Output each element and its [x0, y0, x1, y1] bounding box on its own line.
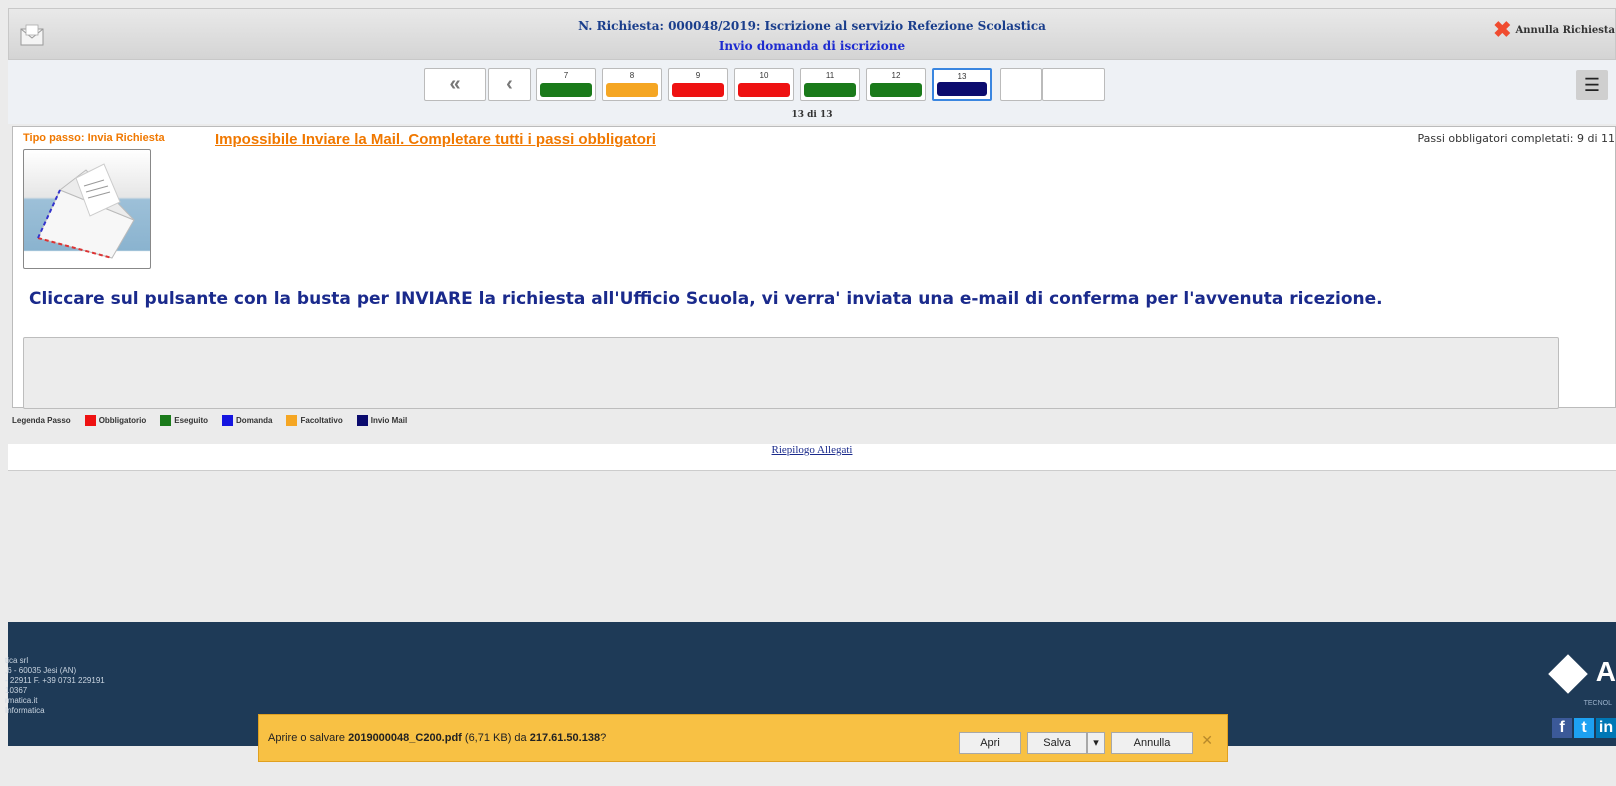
company-info-line: 10367 — [5, 686, 28, 695]
attachments-summary-link[interactable]: Riepilogo Allegati — [8, 444, 1616, 456]
step-button[interactable]: 13 — [932, 68, 992, 101]
previous-step-button[interactable]: ‹ — [488, 68, 531, 101]
step-number: 13 — [957, 72, 967, 81]
close-icon[interactable]: ✕ — [1201, 732, 1213, 749]
legend-swatch — [356, 415, 368, 426]
step-status-bar — [540, 83, 592, 97]
legend-label: Eseguito — [174, 416, 209, 425]
step-button[interactable]: 9 — [668, 68, 728, 101]
legend-label: Facoltativo — [300, 416, 343, 425]
company-info: tica srl ,6 - 60035 Jesi (AN) - 22911 F. +… — [5, 656, 105, 716]
envelope-icon — [37, 163, 135, 259]
step-status-bar — [937, 82, 987, 96]
download-notification-bar: Aprire o salvare 2019000048_C200.pdf (6,… — [258, 714, 1228, 762]
message-area — [23, 337, 1559, 409]
step-button[interactable]: 8 — [602, 68, 662, 101]
company-info-line: ,6 - 60035 Jesi (AN) — [5, 666, 77, 675]
company-info-line: rmatica.it — [5, 696, 38, 705]
legend-title: Legenda Passo — [12, 416, 71, 425]
step-status-bar — [738, 83, 790, 97]
facebook-icon[interactable]: f — [1552, 718, 1572, 738]
twitter-icon[interactable]: t — [1574, 718, 1594, 738]
step-status-bar — [672, 83, 724, 97]
step-counter: 13 di 13 — [791, 110, 833, 120]
step-number: 8 — [629, 71, 635, 80]
cancel-request-label: Annulla Richiesta — [1515, 24, 1616, 36]
company-info-line: tica srl — [5, 656, 29, 665]
cancel-request-button[interactable]: ✖ Annulla Richiesta — [1493, 17, 1616, 43]
step-number: 12 — [891, 71, 901, 80]
step-status-bar — [804, 83, 856, 97]
step-status-bar — [870, 83, 922, 97]
brand-diamond-icon — [1547, 653, 1588, 694]
first-step-button[interactable]: « — [424, 68, 486, 101]
step-navigation: « ‹ 7 8 9 10 11 12 13 13 di 13 ☰ — [8, 60, 1616, 124]
legend-swatch — [84, 415, 96, 426]
close-x-icon: ✖ — [1493, 17, 1512, 43]
download-message: Aprire o salvare 2019000048_C200.pdf (6,… — [268, 732, 607, 744]
legend-swatch — [222, 415, 234, 426]
cancel-download-button[interactable]: Annulla — [1111, 732, 1193, 754]
step-button[interactable]: 7 — [536, 68, 596, 101]
instruction-text: Cliccare sul pulsante con la busta per I… — [29, 289, 1383, 309]
social-links: f t in — [1552, 718, 1616, 738]
step-type-label: Tipo passo: Invia Richiesta — [23, 132, 165, 144]
brand-logo: A — [1547, 653, 1616, 694]
download-host: 217.61.50.138 — [529, 732, 601, 744]
legend-items: Obbligatorio Eseguito Domanda Facoltativo In… — [71, 415, 407, 426]
page-subtitle: Invio domanda di iscrizione — [718, 39, 906, 53]
step-legend: Legenda Passo Obbligatorio Eseguito Domand… — [12, 415, 407, 426]
legend-label: Domanda — [236, 416, 273, 425]
request-header: N. Richiesta: 000048/2019: Iscrizione al… — [8, 8, 1616, 60]
step-number: 10 — [759, 71, 769, 80]
list-menu-icon: ☰ — [1583, 74, 1601, 95]
chevron-left-icon: ‹ — [506, 73, 513, 95]
legend-label: Obbligatorio — [98, 416, 147, 425]
save-file-button[interactable]: Salva — [1027, 732, 1087, 754]
step-status-bar — [606, 83, 658, 97]
legend-swatch — [160, 415, 172, 426]
double-chevron-left-icon: « — [449, 73, 461, 95]
page-title: N. Richiesta: 000048/2019: Iscrizione al… — [578, 19, 1046, 33]
step-number: 7 — [563, 71, 569, 80]
company-info-line: Informatica — [5, 706, 45, 715]
send-error-link[interactable]: Impossibile Inviare la Mail. Completare … — [215, 131, 656, 148]
last-step-button[interactable] — [1042, 68, 1105, 101]
step-button[interactable]: 11 — [800, 68, 860, 101]
step-number: 9 — [695, 71, 701, 80]
download-filename: 2019000048_C200.pdf — [348, 732, 462, 744]
brand-tagline: TECNOL — [1583, 700, 1612, 707]
send-envelope-button[interactable] — [23, 149, 151, 269]
step-number: 11 — [825, 71, 835, 80]
linkedin-icon[interactable]: in — [1596, 718, 1616, 738]
caret-down-icon: ▾ — [1093, 737, 1099, 749]
open-file-button[interactable]: Apri — [959, 732, 1021, 754]
next-step-button[interactable] — [1000, 68, 1042, 101]
step-panel: Tipo passo: Invia Richiesta Impossibile … — [12, 126, 1616, 409]
step-button[interactable]: 12 — [866, 68, 926, 101]
legend-swatch — [286, 415, 298, 426]
mandatory-steps-status: Passi obbligatori completati: 9 di 11 — [1417, 132, 1616, 145]
company-info-line: - 22911 F. +39 0731 229191 — [5, 676, 105, 685]
attachments-bar: Riepilogo Allegati — [8, 444, 1616, 471]
step-button[interactable]: 10 — [734, 68, 794, 101]
save-options-dropdown[interactable]: ▾ — [1087, 732, 1105, 754]
menu-button[interactable]: ☰ — [1576, 70, 1608, 100]
legend-label: Invio Mail — [370, 416, 408, 425]
